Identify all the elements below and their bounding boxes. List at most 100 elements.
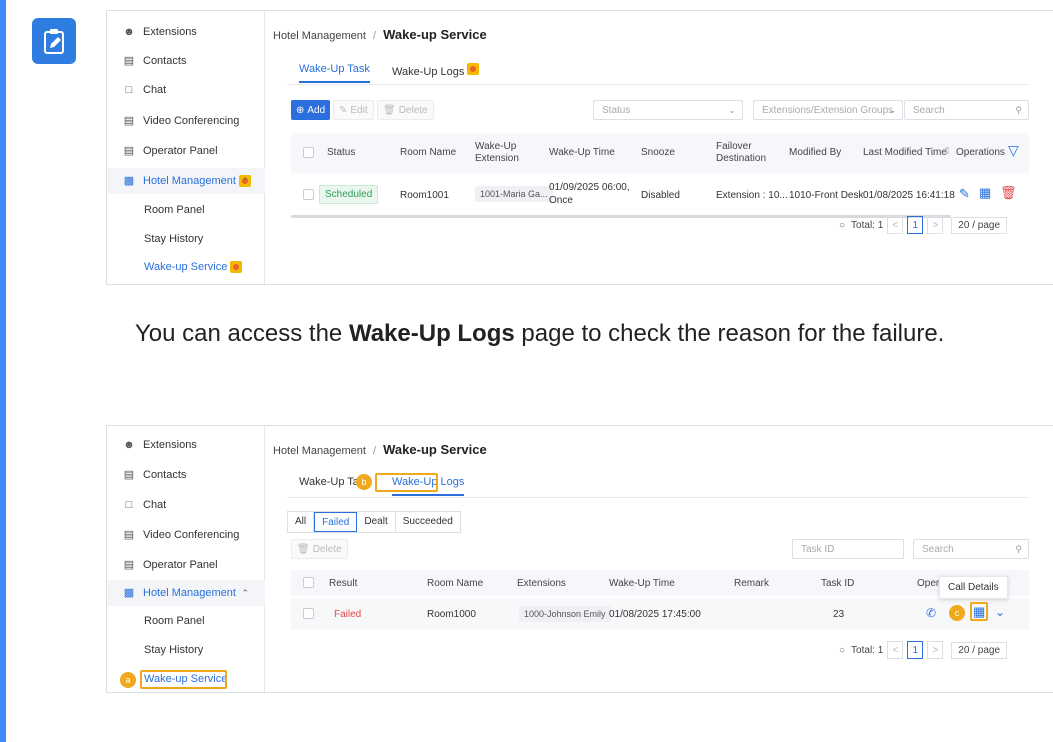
select-all-checkbox[interactable] xyxy=(303,577,314,588)
instruction-text-end: page to check the reason for the failure… xyxy=(514,320,945,347)
delete-icon[interactable]: 🗑 xyxy=(1000,186,1017,199)
sidebar-item-video-conferencing[interactable]: ▤ Video Conferencing xyxy=(107,108,265,134)
sidebar-item-hotel-management[interactable]: ▩ Hotel Management ⌃ xyxy=(107,168,265,194)
video-icon: ▤ xyxy=(123,529,135,541)
column-modified-by: Modified By xyxy=(789,147,842,158)
sidebar-item-operator-panel[interactable]: ▤ Operator Panel xyxy=(107,552,265,578)
page-number[interactable]: 1 xyxy=(907,216,924,234)
chevron-down-icon[interactable]: ⌄ xyxy=(995,606,1005,618)
column-status: Status xyxy=(327,147,356,158)
sidebar-item-video-conferencing[interactable]: ▤ Video Conferencing xyxy=(107,522,265,548)
column-last-modified-time: Last Modified Time xyxy=(863,147,947,158)
sidebar-item-hotel-management[interactable]: ▩ Hotel Management ⌃ xyxy=(107,580,265,606)
tab-label: Wake-Up Logs xyxy=(392,66,465,78)
sidebar-item-contacts[interactable]: ▤ Contacts xyxy=(107,462,265,488)
next-page-button[interactable]: > xyxy=(927,641,944,659)
filter-tab-all[interactable]: All xyxy=(288,512,315,532)
sidebar-item-chat[interactable]: □ Chat xyxy=(107,77,265,103)
filter-icon[interactable]: ▽ xyxy=(1008,143,1019,157)
tab-wakeup-logs[interactable]: Wake-Up Logs xyxy=(392,63,480,84)
delete-label: Delete xyxy=(398,104,428,116)
sidebar-item-label: Chat xyxy=(143,84,167,96)
contacts-icon: ▤ xyxy=(123,469,135,481)
chevron-down-icon: ⌄ xyxy=(728,105,736,115)
table-row[interactable]: Scheduled Room1001 1001-Maria Ga... 01/0… xyxy=(291,179,1029,211)
table-row[interactable]: Failed Room1000 1000-Johnson Emily 01/08… xyxy=(291,598,1029,630)
sidebar-item-stay-history[interactable]: Stay History xyxy=(107,637,265,663)
sidebar-item-label: Video Conferencing xyxy=(143,529,240,541)
sidebar-item-contacts[interactable]: ▤ Contacts xyxy=(107,48,265,74)
contacts-icon: ▤ xyxy=(123,55,135,67)
sidebar-item-extensions[interactable]: ☻ Extensions xyxy=(107,432,265,458)
extensions-icon: ☻ xyxy=(123,439,135,451)
search-input[interactable]: Search ⚲ xyxy=(913,539,1029,559)
column-room-name: Room Name xyxy=(400,147,457,158)
sidebar-item-wakeup-service[interactable]: Wake-up Service xyxy=(107,254,265,280)
sort-icon[interactable]: ⇕ xyxy=(943,146,951,158)
delete-label: Delete xyxy=(312,543,342,555)
page-size-select[interactable]: 20 / page xyxy=(951,216,1008,234)
refresh-icon[interactable]: ○ xyxy=(839,220,845,231)
screenshot-wakeup-task: ☻ Extensions ▤ Contacts □ Chat ▤ Video C… xyxy=(106,10,1053,285)
breadcrumb-parent[interactable]: Hotel Management xyxy=(273,30,366,42)
delete-button[interactable]: 🗑 Delete xyxy=(291,539,348,559)
page-number[interactable]: 1 xyxy=(907,641,924,659)
select-all-checkbox[interactable] xyxy=(303,147,314,158)
refresh-icon[interactable]: ○ xyxy=(839,645,845,656)
failover-destination: Extension : 10... xyxy=(716,190,788,201)
call-details-icon[interactable]: ▦ xyxy=(979,186,991,199)
next-page-button[interactable]: > xyxy=(927,216,944,234)
column-extensions: Extensions xyxy=(517,578,566,589)
sidebar-item-label: Operator Panel xyxy=(143,559,218,571)
page-size-select[interactable]: 20 / page xyxy=(951,641,1008,659)
column-operations: Operations xyxy=(956,147,1005,158)
room-name: Room1000 xyxy=(427,609,476,620)
phone-icon[interactable]: ✆ xyxy=(926,607,936,619)
column-snooze: Snooze xyxy=(641,147,675,158)
callout-b: b xyxy=(356,474,372,490)
filter-tab-failed[interactable]: Failed xyxy=(314,512,358,532)
breadcrumb-separator: / xyxy=(373,445,377,457)
search-input[interactable]: Search ⚲ xyxy=(904,100,1029,120)
sidebar-item-room-panel[interactable]: Room Panel xyxy=(107,608,265,634)
sidebar-item-label: Extensions xyxy=(143,26,197,38)
breadcrumb: Hotel Management / Wake-up Service xyxy=(273,27,487,42)
edit-icon[interactable]: ✎ xyxy=(959,187,970,200)
extension-tag: 1000-Johnson Emily xyxy=(519,606,611,622)
wakeup-repeat: Once xyxy=(549,195,573,206)
row-checkbox[interactable] xyxy=(303,189,314,200)
edit-button[interactable]: ✎ Edit xyxy=(333,100,374,120)
screenshot-wakeup-logs: ☻ Extensions ▤ Contacts □ Chat ▤ Video C… xyxy=(106,425,1053,693)
add-button[interactable]: ⊕ Add xyxy=(291,100,331,120)
breadcrumb: Hotel Management / Wake-up Service xyxy=(273,442,487,457)
prev-page-button[interactable]: < xyxy=(887,641,904,659)
sidebar-item-operator-panel[interactable]: ▤ Operator Panel xyxy=(107,138,265,164)
extension-groups-filter[interactable]: Extensions/Extension Groups ⌄ xyxy=(753,100,903,120)
sidebar-item-label: Stay History xyxy=(144,644,204,656)
highlight-marker xyxy=(230,261,243,273)
sidebar-item-extensions[interactable]: ☻ Extensions xyxy=(107,19,265,45)
sidebar-item-label: Wake-up Service xyxy=(144,261,228,273)
sidebar-item-room-panel[interactable]: Room Panel xyxy=(107,197,265,223)
room-name: Room1001 xyxy=(400,190,449,201)
status-filter[interactable]: Status ⌄ xyxy=(593,100,743,120)
task-id-input[interactable]: Task ID xyxy=(792,539,904,559)
row-checkbox[interactable] xyxy=(303,608,314,619)
breadcrumb-parent[interactable]: Hotel Management xyxy=(273,445,366,457)
sidebar-item-chat[interactable]: □ Chat xyxy=(107,492,265,518)
plus-circle-icon: ⊕ xyxy=(296,104,305,116)
prev-page-button[interactable]: < xyxy=(887,216,904,234)
highlight-marker xyxy=(467,63,480,75)
sidebar-item-stay-history[interactable]: Stay History xyxy=(107,226,265,252)
filter-tab-dealt[interactable]: Dealt xyxy=(357,512,396,532)
operator-icon: ▤ xyxy=(123,145,135,157)
tab-wakeup-task[interactable]: Wake-Up Task xyxy=(299,63,370,83)
delete-button[interactable]: 🗑 Delete xyxy=(377,100,434,120)
task-id-placeholder: Task ID xyxy=(801,543,835,555)
chevron-up-icon: ⌃ xyxy=(241,588,249,598)
chevron-down-icon: ⌄ xyxy=(888,105,896,115)
sidebar-item-label: Extensions xyxy=(143,439,197,451)
filter-tab-succeeded[interactable]: Succeeded xyxy=(396,512,460,532)
column-result: Result xyxy=(329,578,358,589)
trash-icon: 🗑 xyxy=(297,543,310,555)
